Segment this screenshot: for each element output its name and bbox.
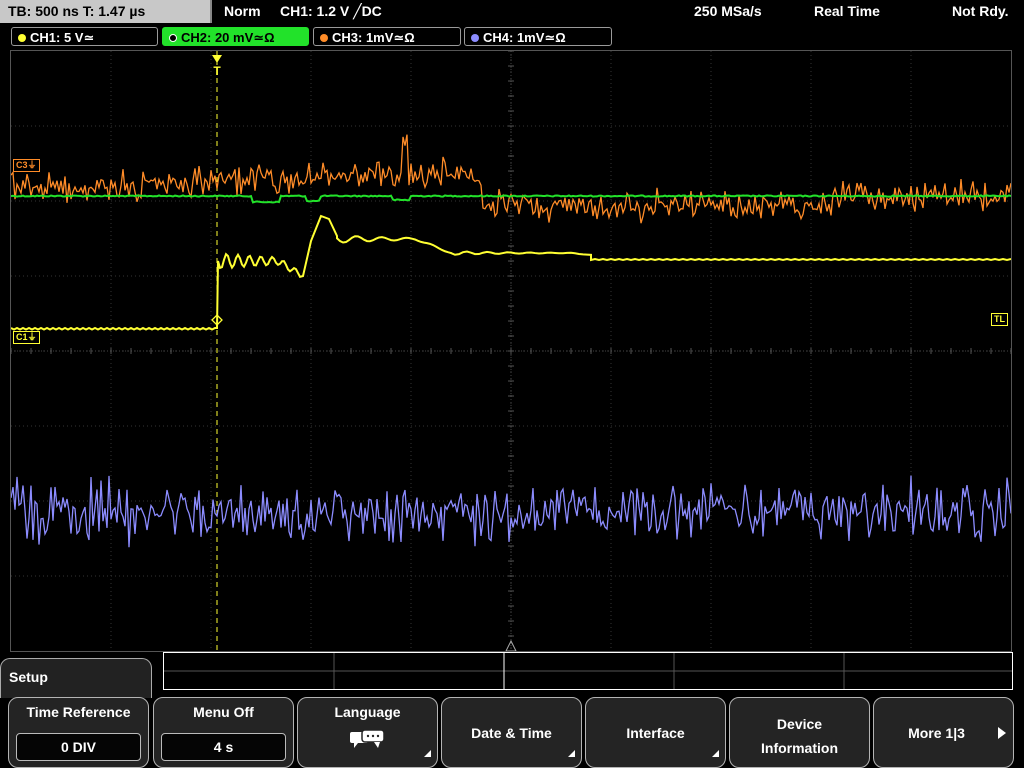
tab-ch2[interactable]: CH2: 20 mV≃Ω [162,27,309,46]
timebase-readout[interactable]: TB: 500 ns T: 1.47 µs [0,0,212,23]
trigger-mode[interactable]: Norm [224,0,261,23]
sample-rate: 250 MSa/s [694,3,762,19]
info-strip [163,652,1013,690]
tab-ch3[interactable]: CH3: 1mV≃Ω [313,27,461,46]
more-label: More 1|3 [908,724,965,741]
ch3-dot-icon [320,34,328,42]
language-softkey[interactable]: Language [297,697,438,768]
waveform-canvas: T [11,51,1011,651]
menu-off-value[interactable]: 4 s [161,733,286,761]
ch2-dot-icon [169,34,177,42]
trigger-info[interactable]: CH1: 1.2 V ╱DC [280,0,382,23]
menu-off-softkey[interactable]: Menu Off 4 s [153,697,294,768]
time-reference-value[interactable]: 0 DIV [16,733,141,761]
menu-off-label: Menu Off [193,704,254,720]
ch2-label: CH2: 20 mV≃Ω [181,30,275,45]
device-information-label-1: Device [776,716,823,732]
language-label: Language [334,704,401,720]
status-bar: TB: 500 ns T: 1.47 µs Norm CH1: 1.2 V ╱D… [0,0,1024,25]
acquisition-mode: Real Time [814,3,880,19]
ch1-dot-icon [18,34,26,42]
trigger-arrow-icon[interactable] [212,55,222,63]
device-information-softkey[interactable]: Device Information [729,697,870,768]
interface-softkey[interactable]: Interface [585,697,726,768]
time-reference-softkey[interactable]: Time Reference 0 DIV [8,697,149,768]
submenu-corner-icon [424,750,431,757]
graticule [11,51,1011,651]
menu-title: Setup [0,658,152,698]
more-softkey[interactable]: More 1|3 [873,697,1014,768]
trigger-level-marker[interactable]: TL [991,313,1008,326]
ch4-dot-icon [471,34,479,42]
interface-label: Interface [626,724,685,741]
next-page-arrow-icon [998,727,1006,739]
ch4-label: CH4: 1mV≃Ω [483,30,566,45]
trigger-marker-label: T [213,64,221,78]
waveform-display[interactable]: T C3⏚ C1⏚ TL [10,50,1012,652]
submenu-corner-icon [568,750,575,757]
device-information-label-2: Information [761,740,838,756]
info-strip-grid [164,653,1012,689]
ch1-ground-marker[interactable]: C1⏚ [13,331,40,344]
speech-bubble-icon [350,729,385,748]
ch3-ground-marker[interactable]: C3⏚ [13,159,40,172]
tab-ch1[interactable]: CH1: 5 V≃ [11,27,158,46]
ch1-label: CH1: 5 V≃ [30,30,95,45]
acquisition-state: Not Rdy. [952,3,1009,19]
tab-ch4[interactable]: CH4: 1mV≃Ω [464,27,612,46]
ch3-label: CH3: 1mV≃Ω [332,30,415,45]
date-time-softkey[interactable]: Date & Time [441,697,582,768]
time-reference-label: Time Reference [26,704,131,720]
submenu-corner-icon [712,750,719,757]
date-time-label: Date & Time [471,724,552,741]
